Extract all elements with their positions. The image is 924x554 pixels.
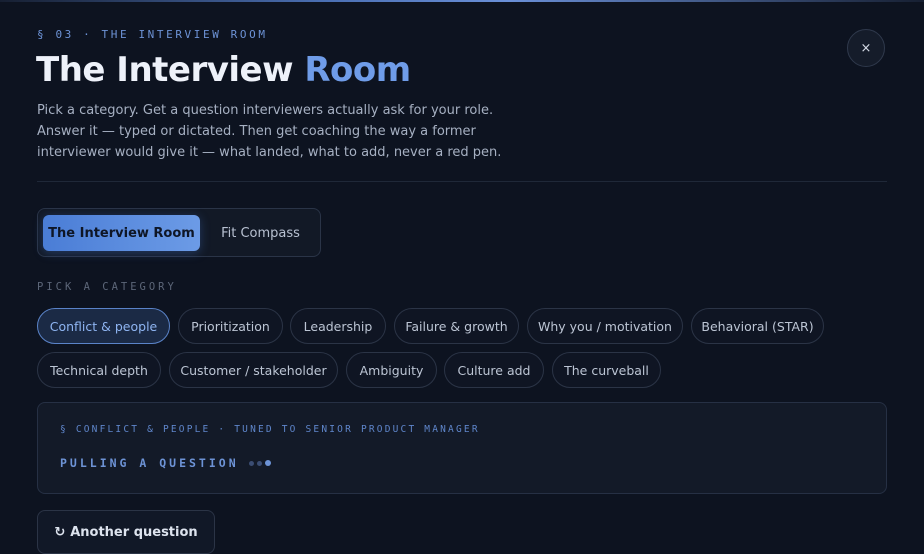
category-chip-curveball[interactable]: The curveball [552,352,661,388]
mode-switch: The Interview Room Fit Compass [37,208,321,257]
category-chip-leadership[interactable]: Leadership [290,308,386,344]
refresh-icon: ↻ [54,525,66,540]
page-title: The Interview Room [36,50,411,90]
loading-status: PULLING A QUESTION [60,456,274,470]
tab-fit-compass[interactable]: Fit Compass [208,215,313,251]
category-chip-conflict-people[interactable]: Conflict & people [37,308,170,344]
question-card-meta: § CONFLICT & PEOPLE · TUNED TO SENIOR PR… [60,424,480,435]
loading-dots-icon [248,460,274,466]
category-chip-ambiguity[interactable]: Ambiguity [346,352,437,388]
page-title-main: The Interview [36,50,294,90]
page-description: Pick a category. Get a question intervie… [37,103,502,160]
loading-dot [256,460,262,466]
another-question-label: Another question [70,525,198,540]
another-question-button[interactable]: ↻ Another question [37,510,215,554]
category-chip-customer-stakeholder[interactable]: Customer / stakeholder [169,352,338,388]
loading-dot [248,460,254,466]
category-chip-behavioral-star[interactable]: Behavioral (STAR) [691,308,824,344]
header-divider [37,181,887,182]
category-chip-prioritization[interactable]: Prioritization [178,308,283,344]
question-card: § CONFLICT & PEOPLE · TUNED TO SENIOR PR… [37,402,887,494]
category-section-label: PICK A CATEGORY [37,281,177,293]
loading-dot [264,460,271,466]
category-chip-failure-growth[interactable]: Failure & growth [394,308,519,344]
category-chip-why-you-motivation[interactable]: Why you / motivation [527,308,683,344]
tab-interview-room[interactable]: The Interview Room [43,215,200,251]
page-title-accent: Room [304,50,411,90]
section-eyebrow: § 03 · THE INTERVIEW ROOM [37,28,268,41]
top-accent-line [0,0,924,2]
loading-status-text: PULLING A QUESTION [60,456,239,470]
close-button[interactable]: × [847,29,885,67]
category-chip-culture-add[interactable]: Culture add [444,352,544,388]
category-chip-technical-depth[interactable]: Technical depth [37,352,161,388]
close-icon: × [860,40,872,56]
